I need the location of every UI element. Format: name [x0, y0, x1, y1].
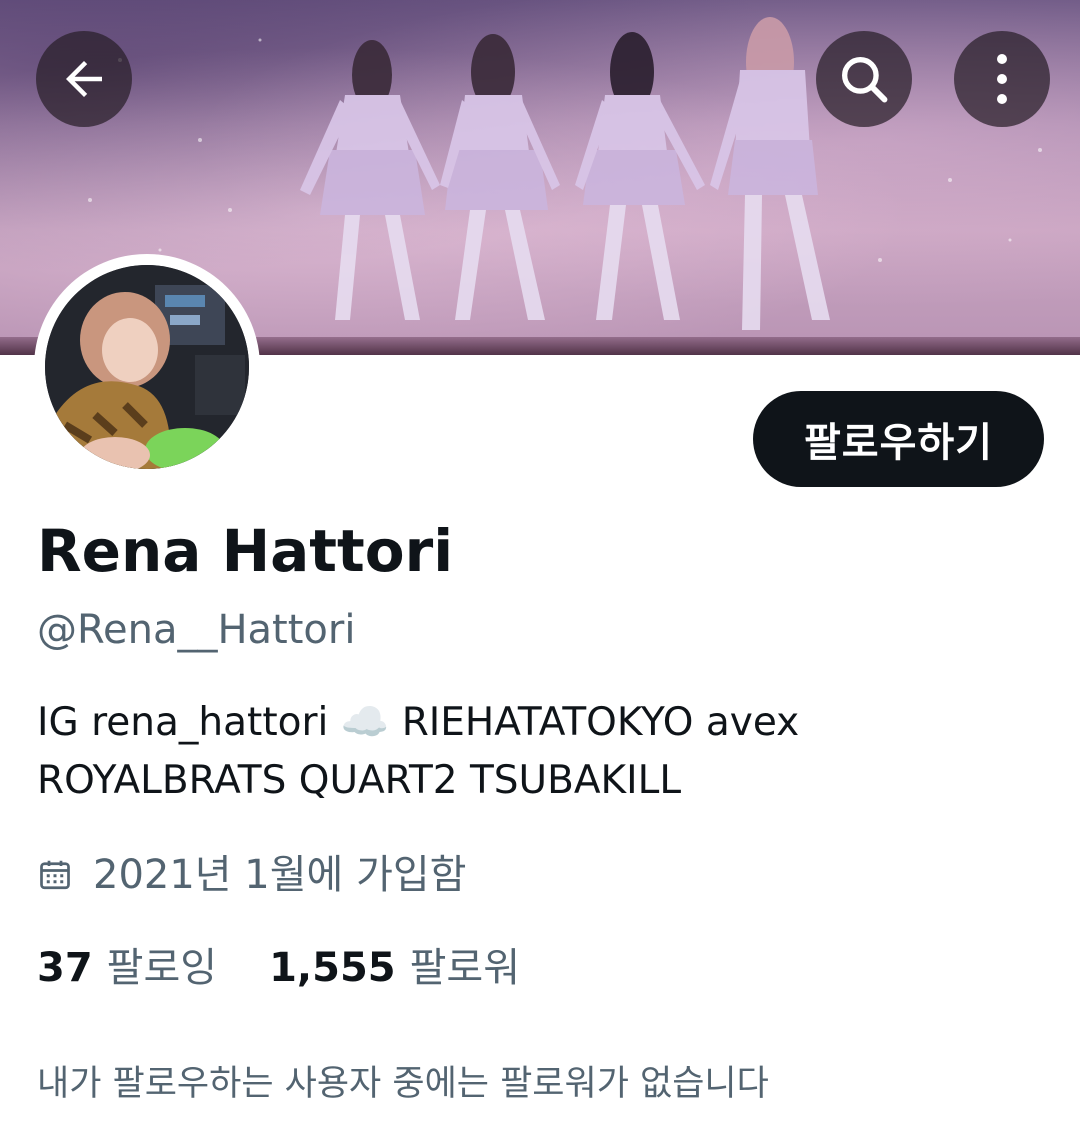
arrow-left-icon — [66, 61, 102, 97]
following-count: 37 — [37, 945, 93, 991]
search-button[interactable] — [816, 31, 912, 127]
calendar-icon — [37, 857, 73, 893]
avatar-photo — [45, 265, 249, 469]
avatar[interactable] — [45, 265, 249, 469]
followers-count: 1,555 — [269, 945, 396, 991]
bio-line: IG rena_hattori ☁️ RIEHATATOKYO avex — [37, 700, 800, 745]
profile-bio: IG rena_hattori ☁️ RIEHATATOKYO avex ROY… — [37, 694, 1047, 810]
mutual-followers-note: 내가 팔로우하는 사용자 중에는 팔로워가 없습니다 — [37, 1064, 769, 1104]
more-options-button[interactable] — [954, 31, 1050, 127]
followers-label: 팔로워 — [409, 945, 521, 991]
joined-date-text: 2021년 1월에 가입함 — [93, 852, 467, 898]
search-icon — [842, 57, 888, 103]
follow-counts: 37 팔로잉 1,555 팔로워 — [37, 940, 520, 996]
joined-date-row: 2021년 1월에 가입함 — [37, 848, 466, 902]
avatar-frame[interactable] — [34, 254, 260, 480]
profile-handle: @Rena__Hattori — [37, 607, 356, 653]
follow-button[interactable]: 팔로우하기 — [753, 391, 1044, 487]
back-button[interactable] — [36, 31, 132, 127]
following-link[interactable]: 37 팔로잉 — [37, 940, 217, 996]
bio-line: ROYALBRATS QUART2 TSUBAKILL — [37, 758, 682, 803]
profile-name: Rena Hattori — [37, 517, 454, 585]
following-label: 팔로잉 — [106, 945, 218, 991]
more-vertical-icon — [997, 54, 1007, 104]
followers-link[interactable]: 1,555 팔로워 — [269, 940, 520, 996]
